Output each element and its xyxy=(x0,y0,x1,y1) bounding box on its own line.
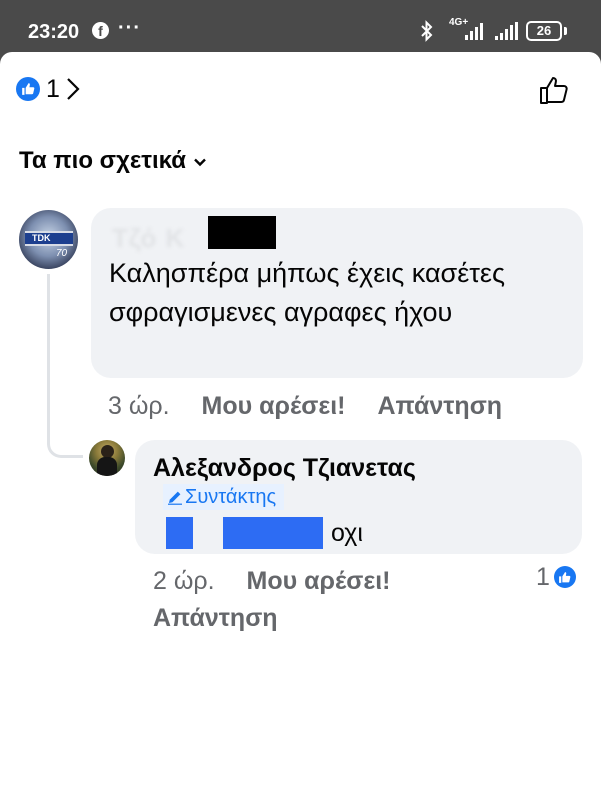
comment-text: Καλησπέρα μήπως έχεις κασέτες σφραγισμεν… xyxy=(109,258,505,327)
reaction-count: 1 xyxy=(46,74,60,103)
comment-text: οχι xyxy=(331,519,363,547)
chevron-down-icon xyxy=(194,158,206,166)
sort-selector[interactable]: Τα πιο σχετικά xyxy=(19,147,206,175)
redaction-block xyxy=(208,216,276,249)
status-bar: 23:20 f ··· 4G+ 26 xyxy=(0,0,601,52)
sort-label: Τα πιο σχετικά xyxy=(19,147,187,174)
bluetooth-icon xyxy=(421,20,433,42)
comment-timestamp[interactable]: 2 ώρ. xyxy=(153,567,215,596)
reply-bubble[interactable]: Αλεξανδρος Τζιανετας Συντάκτης οχι xyxy=(135,440,582,554)
comment-actions: 3 ώρ. Μου αρέσει! Απάντηση xyxy=(108,391,502,421)
comment-author-name[interactable]: Τζό Κ xyxy=(112,223,185,254)
status-time: 23:20 xyxy=(28,21,80,43)
avatar[interactable] xyxy=(89,440,125,476)
role-badge: Συντάκτης xyxy=(163,484,285,510)
facebook-icon: f xyxy=(92,22,109,39)
role-label: Συντάκτης xyxy=(185,485,277,508)
like-icon xyxy=(553,566,576,588)
like-button[interactable]: Μου αρέσει! xyxy=(202,392,346,421)
redaction-block xyxy=(166,517,193,549)
pencil-icon xyxy=(168,491,182,505)
reaction-count: 1 xyxy=(536,562,550,591)
avatar[interactable]: TDK 70 xyxy=(19,210,78,269)
signal-strength-icon xyxy=(465,23,483,40)
redaction-block xyxy=(223,517,323,549)
comment-timestamp[interactable]: 3 ώρ. xyxy=(108,392,170,421)
comments-sheet: 1 Τα πιο σχετικά TDK 70 Τζό Κ Καλησπέρα … xyxy=(0,52,601,800)
reply-button[interactable]: Απάντηση xyxy=(153,604,278,633)
reply-button[interactable]: Απάντηση xyxy=(378,392,503,421)
comment-bubble[interactable]: Τζό Κ Καλησπέρα μήπως έχεις κασέτες σφρα… xyxy=(91,208,583,378)
thumbs-up-outline-icon[interactable] xyxy=(538,74,570,106)
battery-indicator: 26 xyxy=(526,21,562,41)
thread-connector-line xyxy=(47,274,83,458)
battery-tip xyxy=(564,27,567,35)
like-icon xyxy=(16,77,40,101)
avatar-number: 70 xyxy=(56,248,68,259)
more-notifications-indicator: ··· xyxy=(118,17,141,39)
reaction-summary[interactable]: 1 xyxy=(16,74,80,103)
comment-reaction-count[interactable]: 1 xyxy=(536,562,576,591)
signal-strength-icon xyxy=(495,22,518,40)
avatar-text: TDK xyxy=(32,233,51,243)
reply-actions: 2 ώρ. Μου αρέσει! xyxy=(153,565,391,597)
comment-author-name[interactable]: Αλεξανδρος Τζιανετας xyxy=(153,454,416,483)
avatar-figure-body xyxy=(97,457,117,476)
like-button[interactable]: Μου αρέσει! xyxy=(247,567,391,596)
chevron-right-icon xyxy=(67,78,80,100)
